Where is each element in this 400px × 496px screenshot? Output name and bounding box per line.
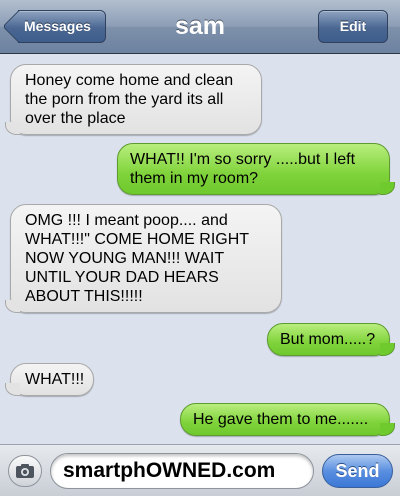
- camera-icon: [16, 464, 34, 478]
- message-bubble-sent[interactable]: WHAT!! I'm so sorry .....but I left them…: [117, 143, 395, 195]
- message-bubble-received[interactable]: Honey come home and clean the porn from …: [5, 64, 262, 135]
- message-text: He gave them to me.......: [193, 411, 369, 428]
- message-text: WHAT!!!: [25, 371, 85, 388]
- navigation-bar: Messages sam Edit: [0, 0, 400, 54]
- message-bubble-received[interactable]: WHAT!!!: [5, 363, 94, 396]
- message-bubble-sent[interactable]: He gave them to me.......: [180, 403, 395, 436]
- message-bubble-received[interactable]: OMG !!! I meant poop.... and WHAT!!!" CO…: [5, 204, 282, 313]
- compose-bar: smartphOWNED.com Send: [0, 444, 400, 496]
- edit-button[interactable]: Edit: [318, 10, 388, 43]
- message-text: OMG !!! I meant poop.... and WHAT!!!" CO…: [25, 212, 249, 305]
- message-text: WHAT!! I'm so sorry .....but I left them…: [130, 151, 356, 187]
- message-bubble-sent[interactable]: But mom.....?: [267, 323, 395, 356]
- camera-button[interactable]: [8, 455, 42, 487]
- send-button[interactable]: Send: [322, 454, 393, 488]
- message-text: But mom.....?: [280, 331, 376, 348]
- message-text: Honey come home and clean the porn from …: [25, 72, 234, 127]
- message-input[interactable]: smartphOWNED.com: [50, 453, 314, 489]
